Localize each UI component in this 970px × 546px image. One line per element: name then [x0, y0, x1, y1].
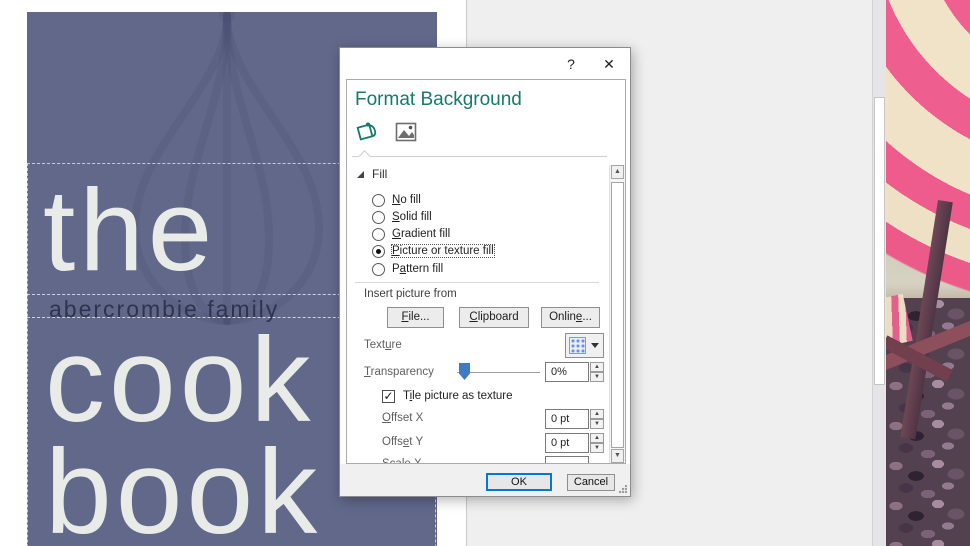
spin-up-icon[interactable]: ▲ — [590, 362, 604, 372]
spin-down-icon[interactable]: ▼ — [590, 443, 604, 453]
help-button[interactable]: ? — [560, 54, 582, 74]
clipboard-button[interactable]: Clipboard — [459, 307, 529, 328]
insert-picture-from-label: Insert picture from — [364, 288, 457, 300]
active-tab-caret — [358, 150, 371, 163]
tile-picture-checkbox[interactable]: ✓ — [382, 390, 395, 403]
file-button[interactable]: File... — [387, 307, 444, 328]
slide-title-line1: the — [43, 172, 216, 288]
pane-title: Format Background — [355, 89, 522, 111]
radio-circle[interactable] — [372, 228, 385, 241]
ok-button[interactable]: OK — [486, 473, 552, 491]
tile-picture-label: Tile picture as texture — [403, 390, 513, 402]
radio-circle[interactable] — [372, 211, 385, 224]
offset-y-label: Offset Y — [382, 436, 423, 448]
cancel-button[interactable]: Cancel — [567, 474, 615, 491]
scroll-up-icon[interactable]: ▲ — [611, 165, 624, 179]
slide-title-line2: cook — [45, 320, 314, 440]
offset-x-label: Offset X — [382, 412, 423, 424]
texture-label: Texture — [364, 339, 402, 351]
scale-x-label-partial: Scale X — [382, 458, 422, 464]
spin-down-icon[interactable]: ▼ — [590, 419, 604, 429]
page-scrollbar[interactable] — [872, 0, 886, 546]
offset-y-input[interactable]: 0 pt — [545, 433, 589, 453]
tab-divider — [352, 156, 607, 157]
transparency-label: Transparency — [364, 366, 434, 378]
texture-dropdown[interactable] — [565, 333, 604, 358]
section-separator — [355, 282, 599, 283]
offset-x-input[interactable]: 0 pt — [545, 409, 589, 429]
resize-grip[interactable] — [619, 485, 627, 493]
slide-title-line3: book — [45, 432, 321, 546]
transparency-slider-handle[interactable] — [459, 363, 470, 380]
beach-chair-photo — [886, 0, 970, 546]
pane-scrollbar[interactable]: ▲ ▼ — [609, 165, 625, 463]
chevron-down-icon — [591, 343, 599, 348]
format-background-dialog: ? ✕ Format Background — [339, 47, 631, 497]
page-scrollbar-thumb[interactable] — [874, 97, 885, 385]
texture-preview-icon — [569, 337, 586, 354]
radio-circle[interactable] — [372, 263, 385, 276]
offset-x-spinner[interactable]: ▲ ▼ — [590, 409, 604, 429]
pane-scrollbar-thumb[interactable] — [611, 182, 624, 448]
close-icon[interactable]: ✕ — [598, 54, 620, 74]
online-button[interactable]: Online... — [541, 307, 600, 328]
picture-icon[interactable] — [394, 121, 418, 143]
spin-down-icon[interactable]: ▼ — [590, 372, 604, 382]
collapse-triangle-icon — [357, 171, 364, 178]
scroll-down-icon[interactable]: ▼ — [611, 449, 624, 463]
fill-section-header[interactable]: Fill — [357, 167, 387, 181]
offset-y-spinner[interactable]: ▲ ▼ — [590, 433, 604, 453]
scale-x-input-partial[interactable] — [545, 456, 589, 464]
spin-up-icon[interactable]: ▲ — [590, 433, 604, 443]
radio-circle-selected[interactable] — [372, 245, 385, 258]
transparency-input[interactable]: 0% — [545, 362, 589, 382]
spin-up-icon[interactable]: ▲ — [590, 409, 604, 419]
format-background-pane: Format Background — [346, 79, 626, 464]
fill-bucket-icon[interactable] — [356, 121, 380, 143]
transparency-spinner[interactable]: ▲ ▼ — [590, 362, 604, 382]
radio-circle[interactable] — [372, 194, 385, 207]
